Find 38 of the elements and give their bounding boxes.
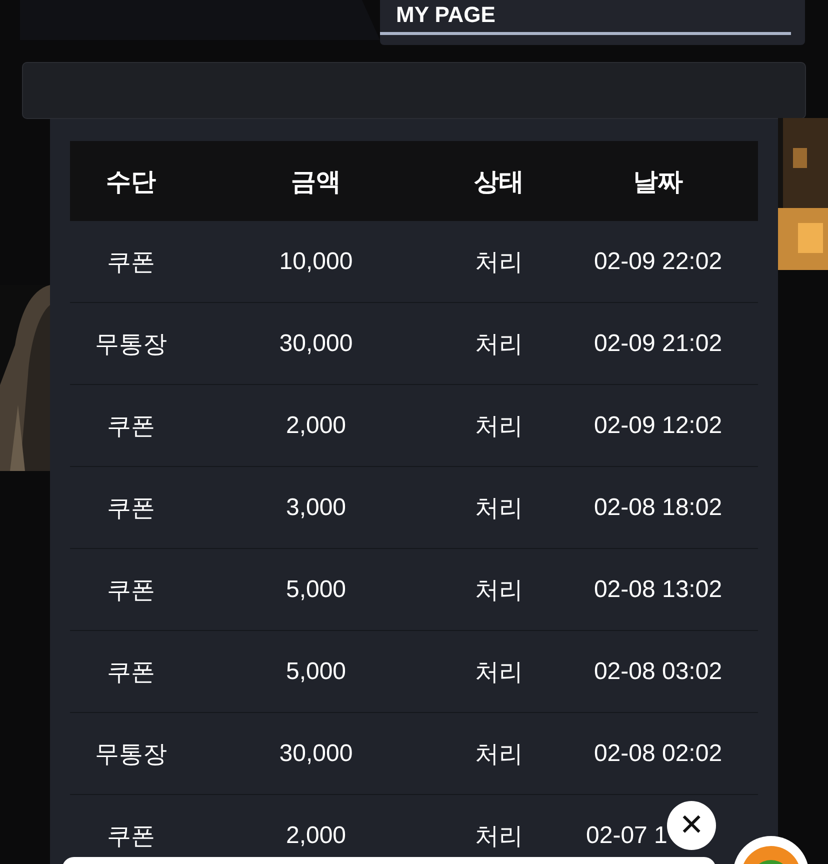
table-cell: 02-09 21:02 [594,330,722,356]
table-cell: 처리 [475,412,523,440]
badge-icon[interactable] [733,836,809,864]
table-cell: 30,000 [279,330,353,356]
table-cell: 02-08 18:02 [594,494,722,520]
table-cell: 02-08 13:02 [594,576,722,602]
table-cell: 쿠폰 [107,658,155,686]
table-cell: 30,000 [279,740,353,766]
table-cell: 쿠폰 [107,822,155,850]
table-cell: 2,000 [286,412,346,438]
column-header: 상태 [440,141,558,221]
table-cell: 처리 [475,822,523,850]
table-cell: 10,000 [279,248,353,274]
table-cell: 처리 [475,494,523,522]
table-cell: 02-08 02:02 [594,740,722,766]
table-cell: 처리 [475,740,523,768]
table-cell: 쿠폰 [107,576,155,604]
table-cell: 무통장 [95,740,167,768]
column-header: 금액 [192,141,440,221]
table-cell: 쿠폰 [107,412,155,440]
table-cell: 02-07 1 [586,822,668,848]
tab[interactable]: MY PAGE [380,4,496,26]
table-cell: 처리 [475,658,523,686]
table-cell: 5,000 [286,658,346,684]
column-header: 날짜 [558,141,758,221]
table-cell: 처리 [475,576,523,604]
table-cell: 처리 [475,248,523,276]
table-cell: 02-09 22:02 [594,248,722,274]
table-cell: 3,000 [286,494,346,520]
table-cell: 5,000 [286,576,346,602]
column-header: 수단 [70,141,192,221]
table-cell: 무통장 [95,330,167,358]
table-cell: 02-09 12:02 [594,412,722,438]
table-cell: 쿠폰 [107,494,155,522]
table-cell: 2,000 [286,822,346,848]
table-cell: 02-08 03:02 [594,658,722,684]
table-cell: 쿠폰 [107,248,155,276]
table-cell: 처리 [475,330,523,358]
